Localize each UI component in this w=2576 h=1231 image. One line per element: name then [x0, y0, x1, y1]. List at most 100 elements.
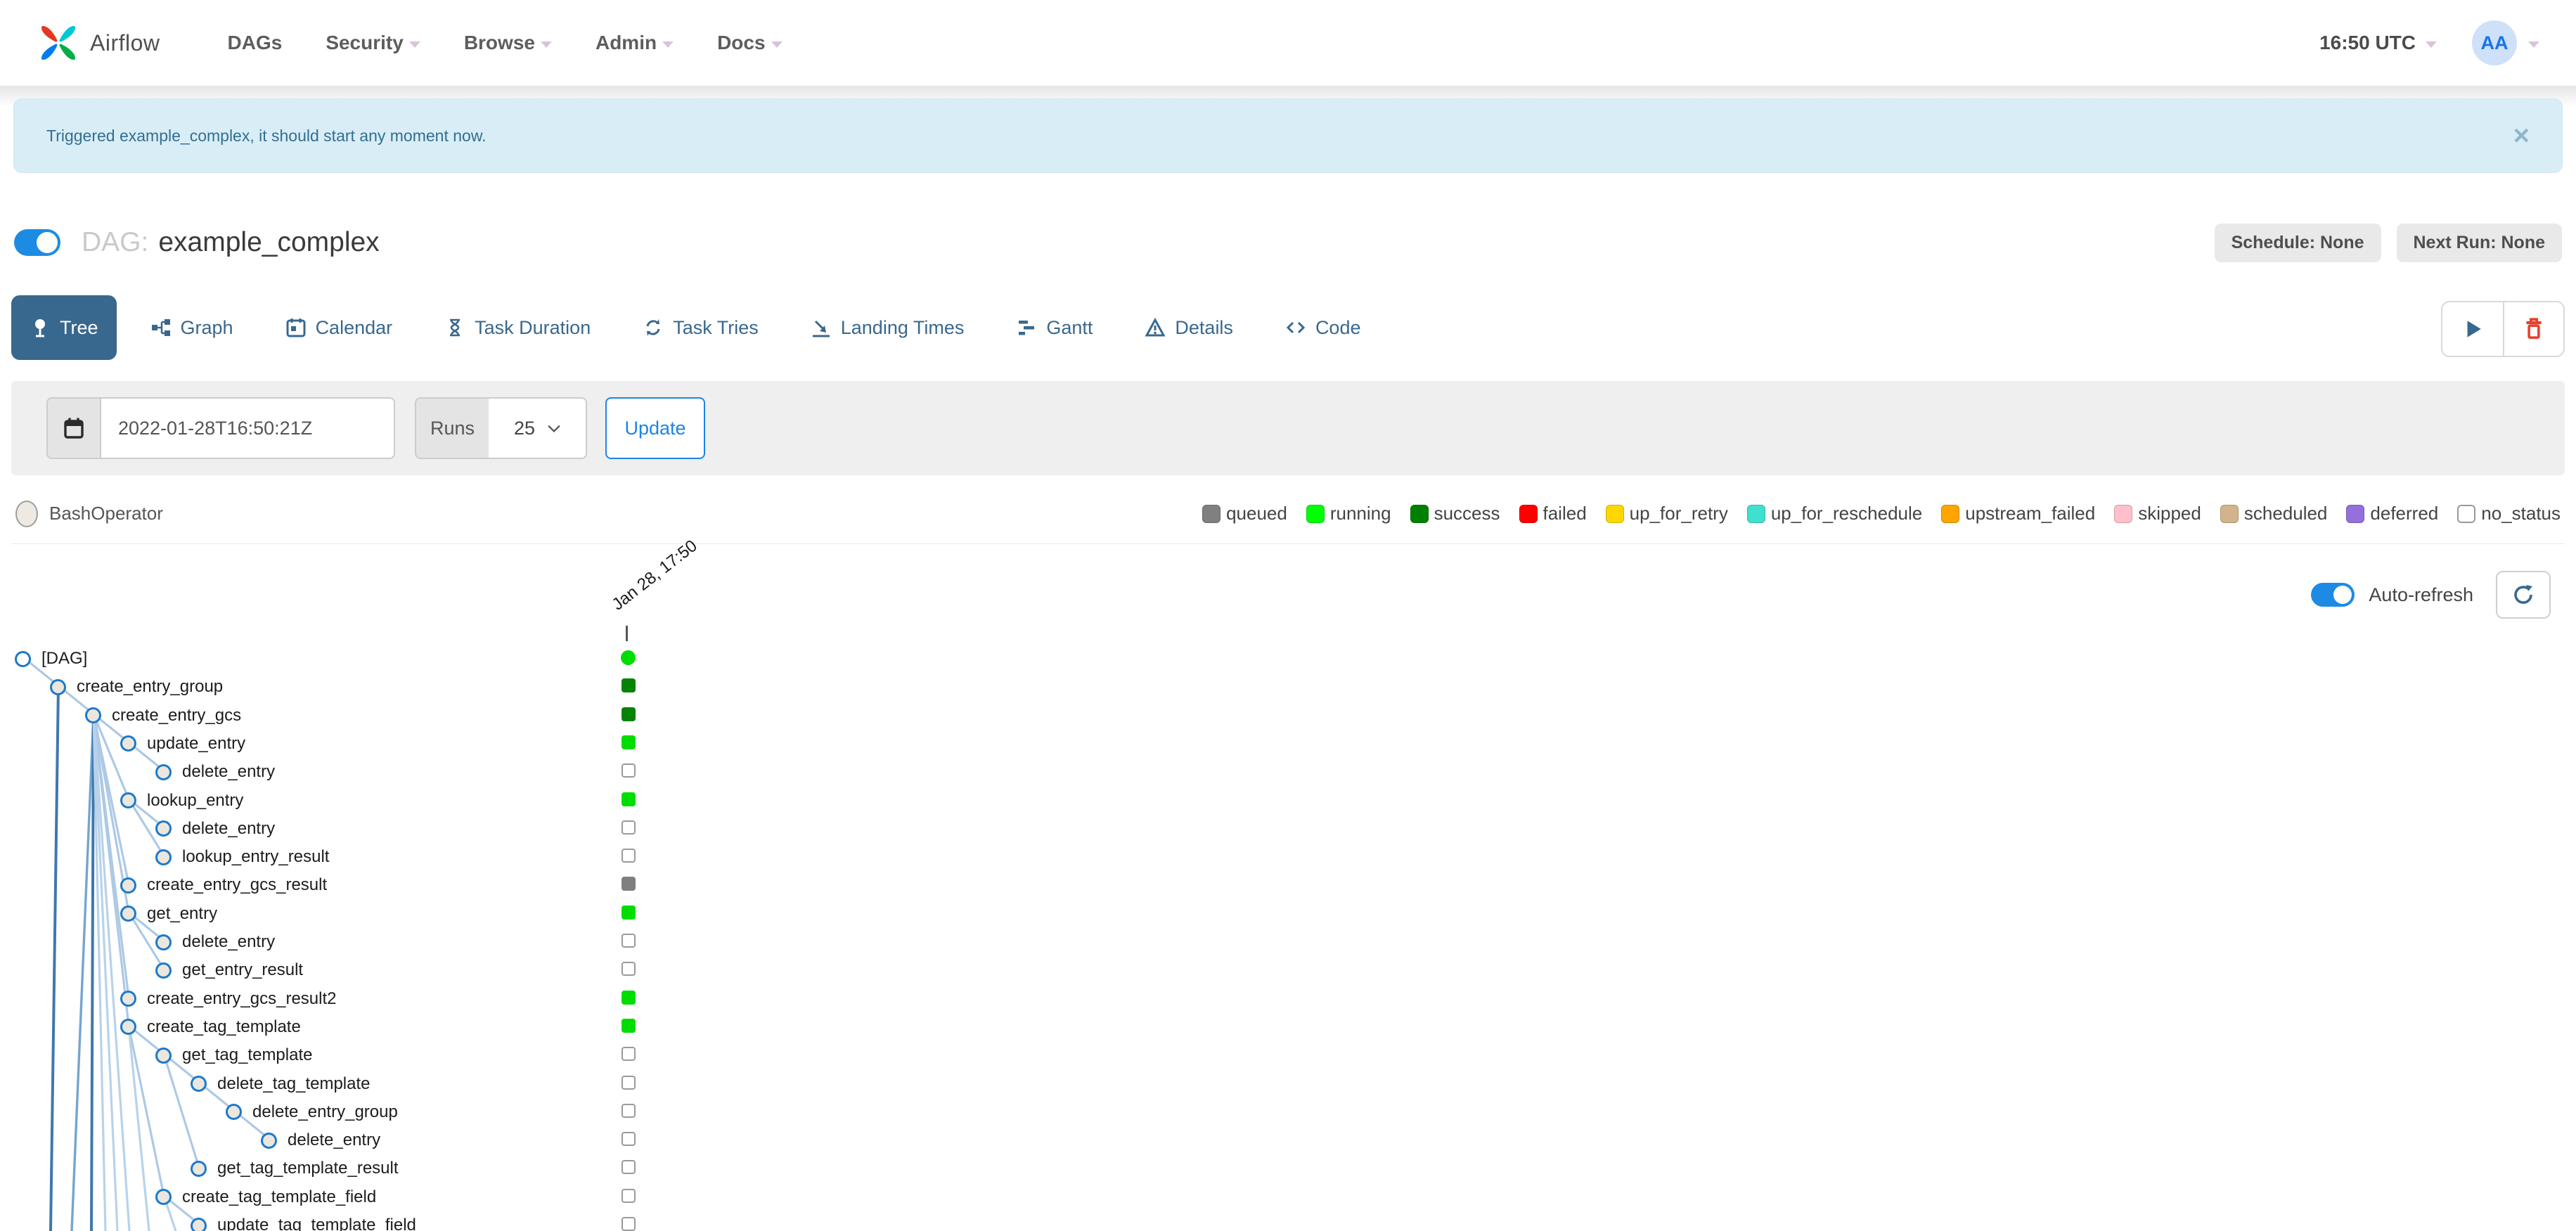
tree-node[interactable]: get_entry [120, 904, 217, 924]
tab-code[interactable]: Code [1267, 295, 1379, 360]
status-swatch [1605, 504, 1624, 523]
tree-node[interactable]: delete_entry [155, 762, 275, 782]
base-date-input[interactable] [100, 397, 395, 459]
status-legend: queued running success failed up_for_ret… [1202, 503, 2561, 524]
task-status-square[interactable] [622, 678, 636, 693]
tree-node[interactable]: get_tag_template_result [191, 1159, 399, 1178]
task-status-square[interactable] [622, 1103, 636, 1118]
tree-node[interactable]: create_entry_group [50, 677, 223, 697]
tree-node[interactable]: create_tag_template_field [155, 1187, 376, 1207]
task-node-label: [DAG] [41, 649, 88, 668]
tab-landing-times[interactable]: Landing Times [792, 295, 983, 360]
nav-item-dags[interactable]: DAGs [228, 32, 283, 54]
tab-gantt[interactable]: Gantt [998, 295, 1111, 360]
task-node-circle [191, 1160, 207, 1177]
legend-item-upstream-failed: upstream_failed [1941, 503, 2095, 524]
chevron-down-icon [2426, 41, 2437, 48]
task-status-square[interactable] [622, 1047, 636, 1062]
tree-node[interactable]: delete_entry_group [226, 1102, 398, 1122]
task-status-square[interactable] [622, 849, 636, 863]
num-runs-value: 25 [514, 417, 536, 439]
tab-task-tries[interactable]: Task Tries [624, 295, 777, 360]
refresh-button[interactable] [2496, 571, 2551, 619]
task-node-label: delete_entry [182, 932, 276, 951]
base-date-group [46, 397, 395, 459]
task-node-circle [226, 1104, 242, 1121]
auto-refresh-toggle[interactable] [2311, 583, 2355, 607]
tree-node[interactable]: create_tag_template [120, 1017, 301, 1037]
tab-details[interactable]: Details [1126, 295, 1251, 360]
auto-refresh-label: Auto-refresh [2369, 584, 2473, 605]
task-status-square[interactable] [622, 877, 636, 891]
tab-calendar[interactable]: Calendar [267, 295, 411, 360]
run-column-date: Jan 28, 17:50 [608, 536, 701, 614]
tree-node[interactable]: [DAG] [15, 649, 87, 669]
task-node-circle [120, 991, 136, 1007]
task-status-square[interactable] [622, 962, 636, 977]
task-status-square[interactable] [622, 1132, 636, 1147]
task-node-circle [155, 934, 172, 950]
schedule-badge: Schedule: None [2214, 223, 2381, 262]
tree-node[interactable]: update_entry [120, 734, 245, 754]
close-icon[interactable]: × [2513, 122, 2530, 150]
nav-item-admin[interactable]: Admin [595, 32, 674, 54]
user-menu[interactable]: AA [2472, 20, 2539, 65]
tab-tree[interactable]: Tree [11, 295, 117, 360]
warning-triangle-icon [1145, 317, 1166, 337]
task-status-square[interactable] [622, 1217, 636, 1231]
alert-message: Triggered example_complex, it should sta… [46, 126, 487, 145]
tree-node[interactable]: delete_entry [261, 1130, 380, 1150]
legend-item-running: running [1306, 503, 1391, 524]
nav-item-docs[interactable]: Docs [717, 32, 783, 54]
num-runs-select[interactable]: 25 [489, 397, 588, 459]
tree-node[interactable]: delete_entry [155, 932, 275, 952]
task-status-square[interactable] [622, 905, 636, 920]
tree-node[interactable]: get_entry_result [155, 960, 303, 980]
tree-node[interactable]: delete_entry [155, 819, 275, 839]
tree-node[interactable]: create_entry_gcs_result2 [120, 989, 336, 1009]
task-status-square[interactable] [622, 735, 636, 749]
update-button[interactable]: Update [605, 397, 706, 459]
task-status-square[interactable] [622, 1160, 636, 1175]
airflow-brand[interactable]: Airflow [37, 21, 160, 65]
status-swatch [1202, 504, 1221, 523]
task-status-square[interactable] [622, 1018, 636, 1033]
task-status-square[interactable] [622, 707, 636, 721]
task-status-square[interactable] [622, 1188, 636, 1203]
task-node-label: delete_tag_template [217, 1074, 371, 1093]
dag-pause-toggle[interactable] [14, 229, 60, 256]
tree-node[interactable]: create_entry_gcs [85, 706, 241, 726]
trigger-dag-button[interactable] [2441, 301, 2503, 357]
timezone-selector[interactable]: 16:50 UTC [2319, 32, 2437, 54]
dag-title-prefix: DAG: [82, 227, 149, 257]
tree-node[interactable]: get_tag_template [155, 1045, 312, 1065]
graph-icon [151, 319, 170, 336]
task-status-square[interactable] [622, 934, 636, 948]
nav-item-browse[interactable]: Browse [464, 32, 552, 54]
tab-task-duration[interactable]: Task Duration [426, 295, 609, 360]
task-node-circle [120, 905, 136, 922]
calendar-icon [286, 318, 306, 337]
task-status-square[interactable] [622, 1075, 636, 1090]
num-runs-group: Runs 25 [415, 397, 588, 459]
task-status-square[interactable] [622, 990, 636, 1005]
legend-item-deferred: deferred [2346, 503, 2438, 524]
task-status-square[interactable] [622, 763, 636, 778]
tab-graph[interactable]: Graph [132, 295, 252, 360]
trash-icon [2526, 318, 2542, 339]
delete-dag-button[interactable] [2503, 301, 2565, 357]
task-node-label: get_tag_template [182, 1045, 313, 1065]
tree-node[interactable]: update_tag_template_field [191, 1216, 416, 1231]
status-swatch [1410, 504, 1429, 523]
tree-node[interactable]: lookup_entry_result [155, 847, 329, 867]
trigger-alert: Triggered example_complex, it should sta… [13, 98, 2563, 173]
task-node-circle [155, 1189, 172, 1206]
tree-node[interactable]: delete_tag_template [191, 1074, 371, 1094]
legend-row: BashOperator queued running success fail… [11, 484, 2565, 544]
dag-run-status-circle[interactable] [621, 650, 636, 665]
tree-node[interactable]: lookup_entry [120, 791, 243, 811]
nav-item-security[interactable]: Security [326, 32, 420, 54]
task-status-square[interactable] [622, 820, 636, 834]
tree-node[interactable]: create_entry_gcs_result [120, 875, 327, 895]
task-status-square[interactable] [622, 792, 636, 806]
